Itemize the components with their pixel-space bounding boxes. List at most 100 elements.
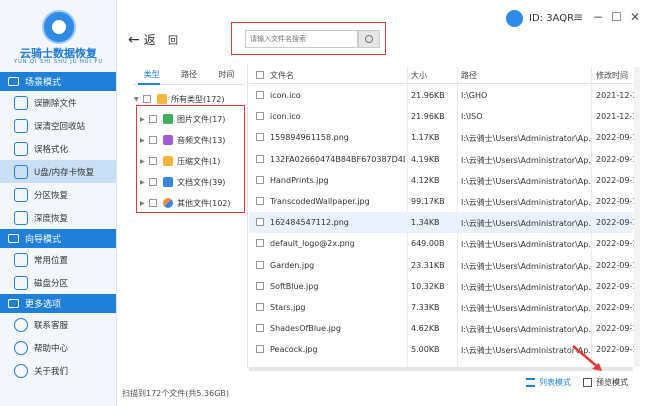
avatar	[506, 10, 523, 27]
row-checkbox[interactable]	[256, 281, 264, 290]
maximize-button[interactable]: ☐	[611, 10, 622, 24]
close-button[interactable]: ✕	[630, 10, 640, 24]
row-checkbox[interactable]	[256, 218, 264, 227]
sidebar-item-usb-recovery[interactable]: U盘/内存卡恢复	[0, 160, 116, 183]
list-view-button[interactable]: 列表模式	[526, 377, 571, 388]
checkbox[interactable]	[149, 157, 157, 165]
user-account[interactable]: ID: 3AQR	[506, 10, 574, 27]
sidebar-item-contact-support[interactable]: 联系客服	[0, 313, 116, 336]
sidebar-item-deleted-files[interactable]: 误删除文件	[0, 91, 116, 114]
table-header: 文件名 大小 路径 修改时间	[249, 67, 633, 84]
column-header-path[interactable]: 路径	[461, 70, 477, 81]
partition-icon	[14, 187, 28, 202]
row-checkbox[interactable]	[256, 303, 264, 311]
tab-path[interactable]: 路径	[170, 69, 207, 83]
file-name: 162484547112.png	[270, 218, 349, 228]
scan-summary: 扫描到172个文件(共5.36GB)	[122, 389, 230, 398]
tree-item-all-types[interactable]: ▼ 所有类型(172)	[134, 92, 225, 106]
table-row[interactable]: 159894961158.png 1.17KB I:\云骑士\Users\Admin…	[249, 127, 636, 148]
table-row[interactable]: 132FA02660474B84BF670387D4D8... 4.19KB I:\…	[249, 149, 636, 170]
checkbox[interactable]	[149, 115, 157, 123]
table-row[interactable]: Stars.jpg 7.33KB I:\云骑士\Users\Administrato…	[249, 297, 636, 318]
expand-icon[interactable]: ▶	[140, 179, 149, 186]
checkbox[interactable]	[149, 136, 157, 144]
tab-active-indicator	[138, 83, 160, 85]
sidebar-item-about-us[interactable]: 关于我们	[0, 359, 116, 382]
column-header-name[interactable]: 文件名	[270, 70, 294, 81]
row-checkbox[interactable]	[256, 112, 264, 121]
table-row[interactable]: ShadesOfBlue.jpg 4.62KB I:\云骑士\Users\Admin…	[249, 318, 636, 339]
file-name: SoftBlue.jpg	[270, 281, 319, 291]
tree-item-documents[interactable]: ▶ 文档文件(39)	[140, 175, 225, 189]
table-row[interactable]: Garden.jpg 23.31KB I:\云骑士\Users\Administra…	[249, 255, 636, 276]
document-file-icon	[163, 177, 173, 187]
row-checkbox[interactable]	[256, 154, 264, 163]
menu-icon[interactable]: ≡	[573, 10, 583, 24]
row-checkbox[interactable]	[256, 239, 264, 248]
expand-icon[interactable]: ▼	[134, 96, 143, 103]
modified-time: 2021-12-31 0	[596, 91, 636, 100]
sidebar-item-recycle-bin[interactable]: 误清空回收站	[0, 114, 116, 137]
checkbox[interactable]	[143, 95, 151, 103]
tree-item-audio[interactable]: ▶ 音频文件(13)	[140, 133, 225, 147]
table-row[interactable]: TranscodedWallpaper.jpg 99.17KB I:\云骑士\Use…	[249, 191, 636, 212]
sidebar-item-common-locations[interactable]: 常用位置	[0, 248, 116, 271]
checkbox[interactable]	[149, 178, 157, 186]
sidebar-item-format[interactable]: 误格式化	[0, 137, 116, 160]
back-button[interactable]: ← 返	[128, 31, 156, 48]
sidebar-item-help-center[interactable]: 帮助中心	[0, 336, 116, 359]
search-input[interactable]	[245, 30, 358, 48]
support-icon	[14, 317, 28, 332]
modified-time: 2021-12-31 0	[596, 112, 636, 122]
info-icon	[14, 363, 28, 378]
table-row[interactable]: 162484547112.png 1.34KB I:\云骑士\Users\Admin…	[249, 212, 636, 233]
file-name: HandPrints.jpg	[270, 175, 329, 185]
file-name: Peacock.jpg	[270, 345, 318, 355]
file-path: I:\云骑士\Users\Administrator\Ap...	[461, 134, 591, 144]
expand-icon[interactable]: ▶	[140, 200, 149, 207]
sidebar-item-partition-recovery[interactable]: 分区恢复	[0, 183, 116, 206]
expand-icon[interactable]: ▶	[140, 158, 149, 165]
table-row[interactable]: default_logo@2x.png 649.00B I:\云骑士\Users\A…	[249, 233, 636, 254]
tab-type[interactable]: 类型	[133, 69, 170, 83]
file-path: I:\ISO	[461, 112, 483, 122]
tree-item-archives[interactable]: ▶ 压缩文件(1)	[140, 154, 220, 168]
table-row[interactable]: HandPrints.jpg 4.12KB I:\云骑士\Users\Adminis…	[249, 170, 636, 191]
deleted-files-icon	[14, 95, 28, 110]
tree-item-other[interactable]: ▶ 其他文件(102)	[140, 196, 231, 210]
table-row[interactable]: icon.ico 21.96KB I:\ISO 2021-12-31 0	[249, 106, 636, 127]
minimize-button[interactable]: −	[593, 10, 603, 24]
modified-time: 2022-09-14 0	[596, 197, 636, 206]
column-header-size[interactable]: 大小	[411, 70, 427, 81]
row-checkbox[interactable]	[256, 197, 264, 205]
audio-file-icon	[163, 135, 173, 145]
file-path: I:\云骑士\Users\Administrator\Ap...	[461, 304, 591, 313]
file-path: I:\云骑士\Users\Administrator\Ap...	[461, 282, 591, 292]
table-row[interactable]: icon.ico 21.96KB I:\GHO 2021-12-31 0	[249, 85, 636, 106]
help-icon	[14, 340, 28, 355]
search-button[interactable]	[358, 30, 380, 48]
file-path: I:\云骑士\Users\Administrator\Ap...	[461, 240, 591, 250]
tree-item-images[interactable]: ▶ 图片文件(17)	[140, 112, 225, 126]
sidebar-item-disk-partition[interactable]: 磁盘分区	[0, 271, 116, 294]
row-checkbox[interactable]	[256, 133, 264, 142]
preview-view-button[interactable]: 预览模式	[583, 377, 628, 388]
expand-icon[interactable]: ▶	[140, 137, 149, 144]
vertical-scrollbar[interactable]	[634, 67, 640, 367]
column-header-modified[interactable]: 修改时间	[596, 70, 628, 81]
file-name: icon.ico	[270, 91, 301, 100]
sidebar-item-deep-recovery[interactable]: 深度恢复	[0, 206, 116, 229]
select-all-checkbox[interactable]	[256, 71, 264, 79]
expand-icon[interactable]: ▶	[140, 116, 149, 123]
row-checkbox[interactable]	[256, 324, 264, 333]
checkbox[interactable]	[149, 199, 157, 207]
row-checkbox[interactable]	[256, 345, 264, 354]
return-button[interactable]: 回	[168, 32, 178, 47]
modified-time: 2022-09-14 0	[596, 239, 636, 249]
row-checkbox[interactable]	[256, 260, 264, 269]
row-checkbox[interactable]	[256, 175, 264, 184]
row-checkbox[interactable]	[256, 91, 264, 99]
red-arrow-annotation	[572, 345, 602, 371]
table-row[interactable]: SoftBlue.jpg 10.32KB I:\云骑士\Users\Administ…	[249, 276, 636, 297]
tab-time[interactable]: 时间	[208, 69, 245, 83]
